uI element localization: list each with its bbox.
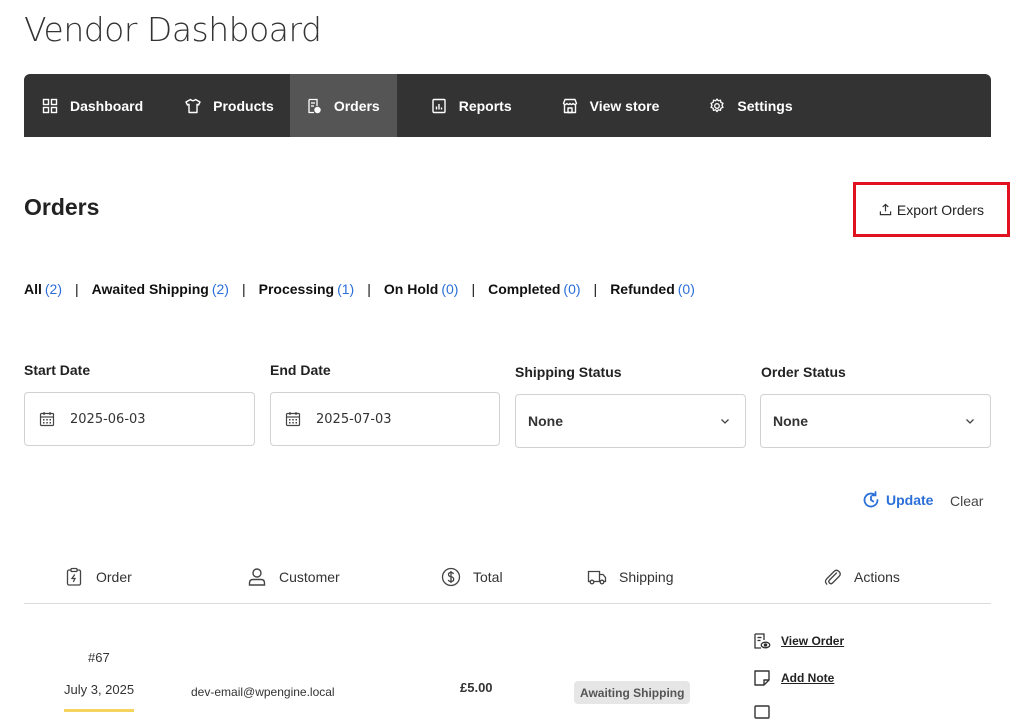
filter-separator: |	[593, 281, 598, 297]
table-divider	[24, 603, 991, 604]
column-header-order: Order	[64, 567, 132, 587]
gear-icon	[710, 97, 725, 112]
update-button[interactable]: Update	[862, 491, 933, 509]
shipping-status-badge: Awaiting Shipping	[574, 681, 691, 704]
start-date-label: Start Date	[24, 362, 91, 378]
store-icon	[562, 98, 577, 113]
calendar-icon	[285, 412, 301, 427]
tracking-icon	[754, 705, 770, 719]
column-header-actions: Actions	[822, 567, 900, 587]
start-date-input[interactable]: 2025-06-03	[24, 392, 255, 446]
nav-item-label: Dashboard	[70, 97, 144, 114]
view-order-link[interactable]: View Order	[753, 632, 844, 650]
filter-processing[interactable]: Processing (1)	[259, 281, 355, 297]
column-header-customer: Customer	[247, 567, 340, 587]
column-header-total: Total	[441, 567, 503, 587]
chevron-down-icon	[721, 419, 729, 424]
order-date: July 3, 2025	[64, 682, 135, 697]
nav-item-products[interactable]: Products	[161, 74, 290, 137]
filter-refunded[interactable]: Refunded (0)	[610, 281, 695, 297]
chevron-down-icon	[966, 419, 974, 424]
paperclip-icon	[824, 569, 841, 585]
filter-separator: |	[367, 281, 371, 297]
filter-completed[interactable]: Completed (0)	[488, 281, 580, 297]
shipping-status-select[interactable]: None	[515, 394, 746, 448]
filter-separator: |	[471, 281, 476, 297]
view-order-icon	[754, 633, 771, 649]
order-icon	[66, 567, 82, 586]
export-orders-button[interactable]: Export Orders	[853, 182, 1010, 237]
orders-icon	[308, 98, 321, 113]
nav-item-label: Orders	[333, 97, 380, 114]
end-date-label: End Date	[270, 362, 331, 378]
add-note-link[interactable]: Add Note	[753, 669, 834, 687]
nav-item-view-store[interactable]: View store	[530, 74, 678, 137]
filter-separator: |	[75, 281, 79, 297]
order-total: £5.00	[460, 680, 493, 695]
filter-all[interactable]: All (2)	[24, 281, 62, 297]
nav-item-label: Settings	[737, 97, 793, 114]
note-icon	[754, 670, 770, 686]
filter-awaited-shipping[interactable]: Awaited Shipping (2)	[92, 281, 229, 297]
export-orders-label: Export Orders	[896, 201, 985, 218]
page-title: Vendor Dashboard	[24, 10, 322, 49]
tshirt-icon	[185, 98, 201, 113]
update-label: Update	[886, 492, 934, 508]
nav-item-label: View store	[589, 97, 660, 114]
filter-separator: |	[241, 281, 246, 297]
end-date-input[interactable]: 2025-07-03	[270, 392, 500, 446]
upload-icon	[879, 203, 892, 216]
nav-item-orders[interactable]: Orders	[289, 74, 397, 137]
end-date-value: 2025-07-03	[316, 411, 392, 427]
calendar-icon	[39, 412, 55, 427]
nav-item-reports[interactable]: Reports	[397, 74, 530, 137]
view-order-label: View Order	[781, 634, 845, 648]
dollar-icon	[441, 567, 461, 587]
nav-item-label: Products	[213, 97, 274, 114]
start-date-value: 2025-06-03	[70, 411, 146, 427]
truck-icon	[587, 570, 607, 585]
nav-item-dashboard[interactable]: Dashboard	[24, 74, 161, 137]
clear-button[interactable]: Clear	[950, 493, 983, 509]
customer-email: dev-email@wpengine.local	[191, 685, 335, 699]
add-note-label: Add Note	[781, 671, 835, 685]
shipping-status-value: None	[528, 413, 563, 429]
nav-item-settings[interactable]: Settings	[677, 74, 810, 137]
status-filter-bar: All (2) | Awaited Shipping (2) | Processin…	[24, 281, 695, 297]
user-icon	[248, 568, 266, 586]
vendor-nav-bar: Dashboard Products Orders Reports View s…	[24, 74, 991, 137]
order-status-select[interactable]: None	[760, 394, 991, 448]
refresh-icon	[863, 491, 879, 508]
order-status-label: Order Status	[761, 364, 846, 380]
next-action-link[interactable]	[753, 704, 781, 722]
shipping-status-label: Shipping Status	[515, 364, 622, 380]
filter-on-hold[interactable]: On Hold (0)	[384, 281, 459, 297]
order-number[interactable]: #67	[88, 650, 110, 665]
orders-title: Orders	[24, 194, 100, 220]
grid-icon	[42, 98, 58, 113]
order-status-value: None	[773, 413, 808, 429]
nav-item-label: Reports	[458, 97, 512, 114]
column-header-shipping: Shipping	[587, 567, 674, 587]
report-icon	[432, 98, 446, 113]
